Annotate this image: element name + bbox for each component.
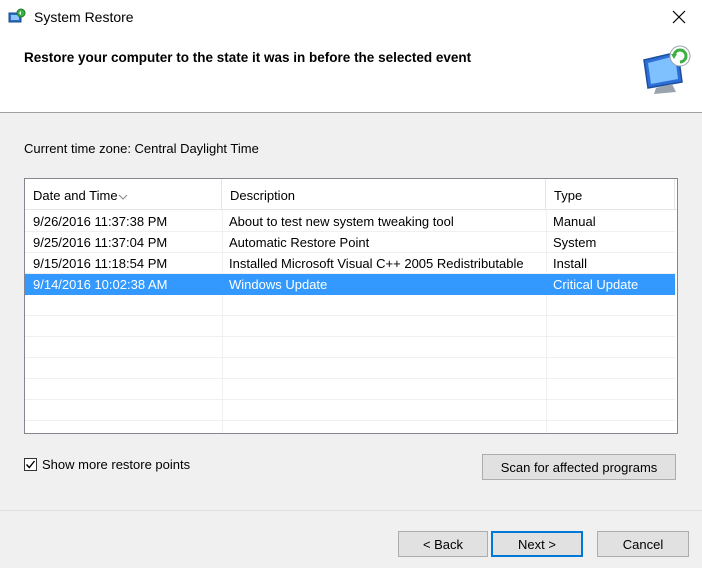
date-cell: 9/15/2016 11:18:54 PM xyxy=(33,256,168,271)
column-header-label: Type xyxy=(554,188,583,203)
description-cell: Automatic Restore Point xyxy=(229,235,370,250)
description-cell: About to test new system tweaking tool xyxy=(229,214,454,229)
column-header-date[interactable]: Date and Time xyxy=(25,179,222,209)
description-cell: Installed Microsoft Visual C++ 2005 Redi… xyxy=(229,256,524,271)
restore-points-list[interactable]: Date and Time Description Type 9/26/2016… xyxy=(24,178,678,434)
scan-affected-programs-button[interactable]: Scan for affected programs xyxy=(482,454,676,480)
table-row[interactable]: 9/26/2016 11:37:38 PM About to test new … xyxy=(25,211,675,232)
empty-row xyxy=(25,295,675,316)
back-button-label: < Back xyxy=(422,536,464,552)
page-heading: Restore your computer to the state it wa… xyxy=(24,50,472,65)
monitor-restore-icon xyxy=(638,42,694,98)
checkmark-icon xyxy=(25,460,36,469)
empty-row xyxy=(25,337,675,358)
column-header-type[interactable]: Type xyxy=(546,179,675,209)
type-cell: Critical Update xyxy=(553,277,639,292)
header-panel: Restore your computer to the state it wa… xyxy=(0,36,702,113)
close-button[interactable] xyxy=(656,0,702,36)
cancel-button-label: Cancel xyxy=(622,536,664,552)
column-header-description[interactable]: Description xyxy=(222,179,546,209)
next-button-label: Next > xyxy=(518,536,556,552)
type-cell: Manual xyxy=(553,214,596,229)
column-header-label: Date and Time xyxy=(33,188,118,203)
column-header-label: Description xyxy=(230,188,296,203)
type-cell: Install xyxy=(553,256,587,271)
sort-chevron-icon xyxy=(117,180,129,200)
table-row-selected[interactable]: 9/14/2016 10:02:38 AM Windows Update Cri… xyxy=(25,274,675,295)
timezone-label: Current time zone: Central Daylight Time xyxy=(24,141,259,156)
scan-button-label: Scan for affected programs xyxy=(500,459,658,475)
title-bar: System Restore xyxy=(0,0,702,36)
description-cell: Windows Update xyxy=(229,277,328,292)
footer-divider xyxy=(0,510,702,511)
system-restore-icon xyxy=(8,8,26,26)
empty-row xyxy=(25,400,675,421)
show-more-checkbox[interactable] xyxy=(24,458,37,471)
window-title: System Restore xyxy=(34,9,134,25)
column-header-row: Date and Time Description Type xyxy=(25,179,677,210)
table-row[interactable]: 9/15/2016 11:18:54 PM Installed Microsof… xyxy=(25,253,675,274)
show-more-label: Show more restore points xyxy=(42,457,191,472)
date-cell: 9/26/2016 11:37:38 PM xyxy=(33,214,168,229)
cancel-button[interactable]: Cancel xyxy=(597,531,689,557)
empty-row xyxy=(25,358,675,379)
type-cell: System xyxy=(553,235,597,250)
back-button[interactable]: < Back xyxy=(398,531,488,557)
table-row[interactable]: 9/25/2016 11:37:04 PM Automatic Restore … xyxy=(25,232,675,253)
next-button[interactable]: Next > xyxy=(491,531,583,557)
date-cell: 9/14/2016 10:02:38 AM xyxy=(33,277,168,292)
empty-row xyxy=(25,316,675,337)
close-icon xyxy=(672,10,686,27)
date-cell: 9/25/2016 11:37:04 PM xyxy=(33,235,168,250)
empty-row xyxy=(25,379,675,400)
show-more-restore-points[interactable]: Show more restore points xyxy=(24,457,190,472)
